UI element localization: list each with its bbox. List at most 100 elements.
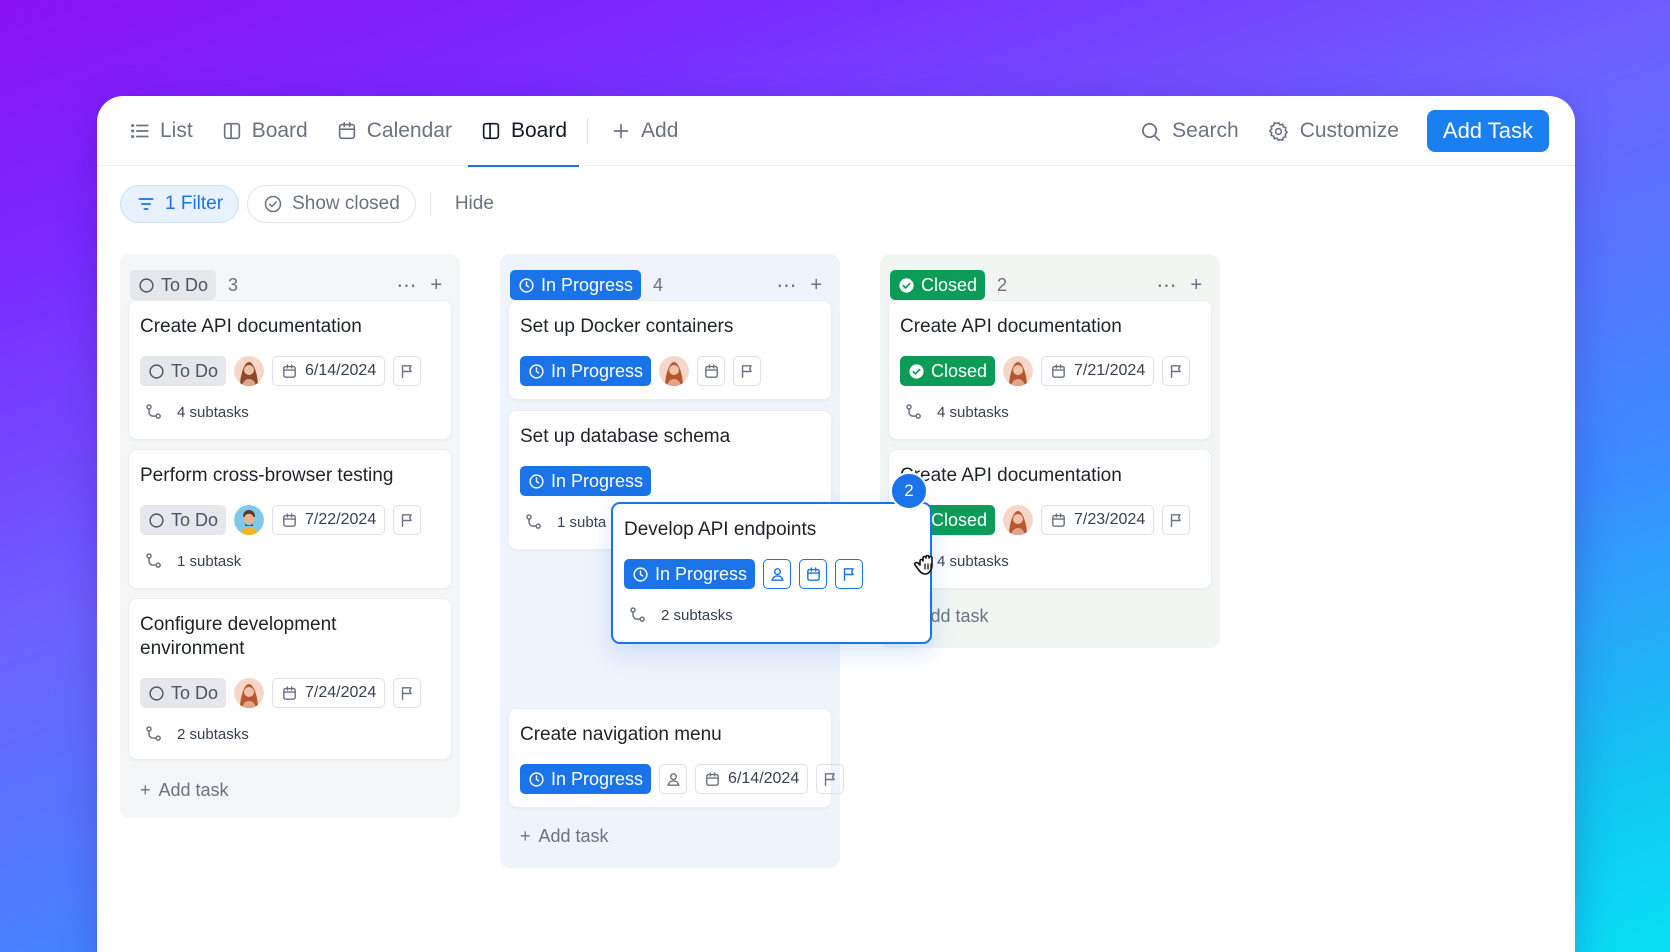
tab-board-active[interactable]: Board — [467, 96, 580, 167]
plus-icon[interactable]: + — [1190, 274, 1202, 297]
subtasks-icon — [146, 726, 161, 741]
task-meta: To Do 7/22/2024 — [140, 505, 440, 535]
avatar[interactable] — [234, 505, 265, 535]
priority-button[interactable] — [733, 356, 762, 386]
task-card[interactable]: Set up Docker containers In Progress — [508, 300, 832, 400]
add-task-button[interactable]: Add Task — [1426, 110, 1549, 152]
avatar[interactable] — [659, 356, 690, 386]
board-icon — [482, 122, 500, 139]
gear-icon — [1268, 121, 1288, 141]
board-icon — [223, 122, 240, 139]
avatar[interactable] — [1003, 356, 1034, 386]
tab-board[interactable]: Board — [221, 96, 308, 166]
status-badge[interactable]: In Progress — [520, 466, 652, 496]
plus-icon — [613, 123, 629, 138]
column-count: 4 — [653, 274, 664, 295]
calendar-icon — [338, 121, 355, 139]
add-task-link[interactable]: + Add task — [140, 780, 229, 801]
task-title: Perform cross-browser testing — [140, 465, 394, 486]
status-label: Closed — [931, 360, 988, 381]
priority-button[interactable] — [393, 505, 422, 535]
status-badge[interactable]: To Do — [140, 678, 227, 708]
priority-button[interactable] — [393, 356, 422, 386]
priority-button[interactable] — [1162, 505, 1191, 535]
due-date-label: 7/24/2024 — [305, 684, 377, 701]
task-card[interactable]: Create navigation menu In Progress 6/14/… — [508, 708, 845, 808]
subtasks-label: 2 subtasks — [177, 725, 249, 743]
subtasks-row[interactable]: 2 subtasks — [624, 605, 919, 625]
add-task-link[interactable]: + Add task — [520, 826, 609, 847]
due-date-button[interactable] — [799, 559, 828, 589]
subtasks-row[interactable]: 4 subtasks — [900, 551, 1200, 571]
due-date[interactable]: 6/14/2024 — [695, 764, 809, 794]
plus-icon[interactable]: + — [810, 274, 822, 297]
column-actions: ⋯ + — [396, 270, 442, 300]
more-icon[interactable]: ⋯ — [1156, 273, 1176, 298]
circle-icon — [149, 512, 164, 528]
circle-icon — [149, 685, 164, 701]
status-badge[interactable]: In Progress — [520, 764, 652, 794]
avatar[interactable] — [1003, 505, 1034, 535]
add-view-button[interactable]: Add — [610, 96, 678, 166]
status-badge[interactable]: Closed — [900, 356, 996, 386]
status-badge[interactable]: In Progress — [624, 559, 756, 589]
subtasks-icon — [906, 404, 921, 419]
column-actions: ⋯ + — [776, 270, 822, 300]
task-card[interactable]: Create API documentation Closed 7/21/202… — [888, 300, 1212, 440]
due-date[interactable]: 7/21/2024 — [1041, 356, 1155, 386]
plus-icon: + — [520, 826, 531, 846]
tab-list[interactable]: List — [129, 96, 193, 166]
priority-button[interactable] — [835, 559, 864, 589]
subtasks-label: 4 subtasks — [937, 403, 1009, 421]
show-closed-chip[interactable]: Show closed — [247, 185, 416, 223]
customize-button[interactable]: Customize — [1267, 119, 1399, 143]
task-title: Create navigation menu — [520, 724, 722, 745]
search-label: Search — [1172, 119, 1239, 142]
plus-icon[interactable]: + — [430, 274, 442, 297]
user-icon — [666, 772, 680, 786]
more-icon[interactable]: ⋯ — [396, 273, 416, 298]
subtasks-icon — [146, 404, 161, 419]
flag-icon — [401, 513, 412, 527]
flag-icon — [843, 567, 854, 581]
assignee-button[interactable] — [763, 559, 792, 589]
avatar[interactable] — [234, 678, 265, 708]
due-date[interactable]: 6/14/2024 — [272, 356, 386, 386]
subtasks-row[interactable]: 2 subtasks — [140, 724, 440, 744]
grab-cursor-icon — [913, 554, 933, 575]
avatar[interactable] — [234, 356, 265, 386]
screenshot-frame: List Board Calendar Board Add Search Cus… — [0, 0, 1670, 952]
priority-button[interactable] — [393, 678, 422, 708]
task-card[interactable]: Create API documentation To Do 6/14/2024… — [128, 300, 452, 440]
due-date[interactable]: 7/23/2024 — [1041, 505, 1155, 535]
tab-calendar-label: Calendar — [366, 118, 452, 142]
assignee-button[interactable] — [659, 764, 688, 794]
hide-button[interactable]: Hide — [455, 193, 494, 215]
status-label: In Progress — [551, 768, 644, 789]
subtasks-row[interactable]: 4 subtasks — [900, 402, 1200, 422]
due-date-button[interactable] — [697, 356, 726, 386]
priority-button[interactable] — [816, 764, 845, 794]
more-icon[interactable]: ⋯ — [776, 273, 796, 298]
calendar-icon — [704, 363, 718, 378]
status-label: In Progress — [551, 470, 644, 491]
due-date[interactable]: 7/22/2024 — [272, 505, 386, 535]
due-date[interactable]: 7/24/2024 — [272, 678, 386, 708]
filter-chip[interactable]: 1 Filter — [120, 185, 240, 223]
tab-calendar[interactable]: Calendar — [336, 96, 452, 166]
status-badge[interactable]: In Progress — [520, 356, 652, 386]
check-circle-icon — [909, 363, 924, 379]
subtasks-row[interactable]: 1 subtask — [140, 551, 440, 571]
subtasks-icon — [146, 553, 161, 568]
status-badge[interactable]: To Do — [140, 356, 227, 386]
task-card[interactable]: Perform cross-browser testing To Do 7/22… — [128, 449, 452, 589]
task-card[interactable]: Configure development environment To Do … — [128, 598, 452, 760]
priority-button[interactable] — [1162, 356, 1191, 386]
status-badge[interactable]: To Do — [140, 505, 227, 535]
task-meta: To Do 7/24/2024 — [140, 678, 440, 708]
search-button[interactable]: Search — [1139, 119, 1239, 143]
subtasks-row[interactable]: 4 subtasks — [140, 402, 440, 422]
filter-icon — [138, 198, 154, 210]
status-label: To Do — [171, 360, 219, 381]
dragged-task-card[interactable]: Develop API endpoints In Progress 2 subt… — [611, 502, 932, 644]
